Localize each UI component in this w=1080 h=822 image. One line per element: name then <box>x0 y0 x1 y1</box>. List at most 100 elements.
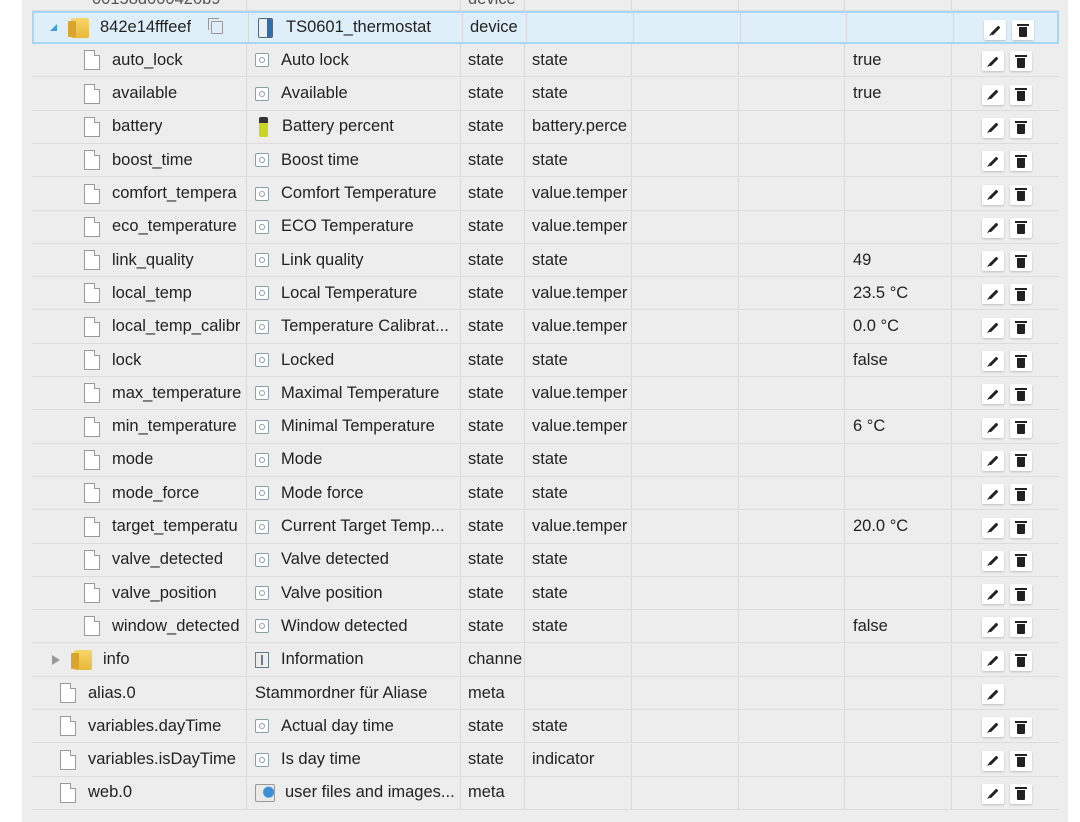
expand-triangle-icon[interactable] <box>52 654 60 665</box>
edit-button[interactable] <box>982 84 1004 105</box>
object-function-cell <box>739 477 845 510</box>
edit-button[interactable] <box>982 417 1004 438</box>
edit-button[interactable] <box>982 317 1004 338</box>
table-row[interactable]: lock Locked state state false <box>32 344 1059 377</box>
table-row[interactable]: min_temperature Minimal Temperature state v… <box>32 410 1059 444</box>
table-row[interactable]: local_temp_calibr Temperature Calibrat...… <box>32 310 1059 344</box>
delete-button[interactable] <box>1010 417 1032 438</box>
object-room-cell <box>632 110 739 143</box>
object-role-text: value.temper <box>532 317 628 336</box>
edit-button[interactable] <box>982 617 1004 638</box>
scrollbar-track[interactable] <box>1068 0 1080 822</box>
table-row[interactable]: available Available state state true <box>32 77 1059 111</box>
edit-button[interactable] <box>982 717 1004 738</box>
table-row[interactable]: valve_detected Valve detected state state <box>32 543 1059 577</box>
delete-button[interactable] <box>1010 51 1032 72</box>
edit-button[interactable] <box>982 51 1004 72</box>
table-row[interactable]: battery Battery percent state battery.perce <box>32 110 1059 144</box>
table-row[interactable]: variables.dayTime Actual day time state sta… <box>32 710 1059 744</box>
table-row[interactable]: auto_lock Auto lock state state true <box>32 44 1059 78</box>
delete-button[interactable] <box>1010 517 1032 538</box>
table-row[interactable]: target_temperatu Current Target Temp... st… <box>32 510 1059 544</box>
delete-button[interactable] <box>1010 450 1032 471</box>
table-row-partial[interactable]: 00158d000420b9 device <box>32 0 1059 11</box>
delete-button[interactable] <box>1010 251 1032 272</box>
copy-icon[interactable] <box>208 18 224 34</box>
edit-button[interactable] <box>982 351 1004 371</box>
pencil-icon <box>988 622 998 633</box>
table-row[interactable]: eco_temperature ECO Temperature state value… <box>32 210 1059 244</box>
delete-button[interactable] <box>1010 184 1032 205</box>
object-name-cell: Mode <box>247 443 461 476</box>
object-room-cell <box>632 477 739 510</box>
object-id-cell: battery <box>32 110 247 143</box>
delete-button[interactable] <box>1010 617 1032 638</box>
delete-button[interactable] <box>1012 20 1034 40</box>
delete-button[interactable] <box>1010 317 1032 338</box>
table-row[interactable]: window_detected Window detected state state… <box>32 610 1059 644</box>
table-row[interactable]: boost_time Boost time state state <box>32 144 1059 178</box>
table-row[interactable]: variables.isDayTime Is day time state indic… <box>32 743 1059 777</box>
table-row[interactable]: 842e14fffeef TS0601_thermostat device <box>32 11 1059 44</box>
table-row[interactable]: mode_force Mode force state state <box>32 477 1059 511</box>
object-type-cell: meta <box>461 776 525 809</box>
table-row[interactable]: link_quality Link quality state state 49 <box>32 244 1059 278</box>
edit-button[interactable] <box>982 484 1004 505</box>
object-id-text: 00158d000420b9 <box>92 0 220 9</box>
object-room-cell <box>632 677 739 709</box>
edit-button[interactable] <box>982 251 1004 272</box>
delete-button[interactable] <box>1010 384 1032 405</box>
delete-button[interactable] <box>1010 584 1032 605</box>
edit-button[interactable] <box>982 284 1004 305</box>
object-id-cell: 842e14fffeef <box>34 13 249 42</box>
object-role-text: state <box>532 483 568 502</box>
delete-button[interactable] <box>1010 484 1032 505</box>
table-row[interactable]: mode Mode state state <box>32 443 1059 477</box>
pencil-icon <box>988 89 998 100</box>
delete-button[interactable] <box>1010 351 1032 371</box>
delete-button[interactable] <box>1010 650 1032 671</box>
table-row[interactable]: alias.0 Stammordner für Aliase meta <box>32 677 1059 710</box>
delete-button[interactable] <box>1010 151 1032 172</box>
object-id-text: min_temperature <box>112 417 237 436</box>
table-row[interactable]: max_temperature Maximal Temperature state v… <box>32 377 1059 411</box>
delete-button[interactable] <box>1010 750 1032 771</box>
delete-button[interactable] <box>1010 217 1032 238</box>
object-name-text: Information <box>281 650 364 669</box>
edit-button[interactable] <box>982 550 1004 571</box>
collapse-triangle-icon[interactable] <box>50 24 57 31</box>
delete-button[interactable] <box>1010 550 1032 571</box>
object-name-text: Auto lock <box>281 50 349 69</box>
edit-button[interactable] <box>982 783 1004 804</box>
object-value-text: false <box>853 350 888 369</box>
edit-button[interactable] <box>982 650 1004 671</box>
delete-button[interactable] <box>1010 117 1032 138</box>
edit-button[interactable] <box>982 584 1004 605</box>
trash-icon <box>1015 554 1027 568</box>
edit-button[interactable] <box>982 450 1004 471</box>
pencil-icon <box>988 389 998 400</box>
table-row[interactable]: valve_position Valve position state state <box>32 577 1059 611</box>
edit-button[interactable] <box>982 184 1004 205</box>
table-row[interactable]: comfort_tempera Comfort Temperature state v… <box>32 177 1059 211</box>
object-function-cell <box>739 677 845 709</box>
table-row[interactable]: local_temp Local Temperature state value.te… <box>32 277 1059 311</box>
delete-button[interactable] <box>1010 717 1032 738</box>
object-id-cell: available <box>32 77 247 110</box>
delete-button[interactable] <box>1010 84 1032 105</box>
edit-button[interactable] <box>982 750 1004 771</box>
edit-button[interactable] <box>982 517 1004 538</box>
object-room-cell <box>634 13 741 42</box>
edit-button[interactable] <box>982 117 1004 138</box>
pencil-icon <box>988 722 998 733</box>
table-row[interactable]: info Information channe <box>32 643 1059 677</box>
delete-button[interactable] <box>1010 783 1032 804</box>
edit-button[interactable] <box>982 684 1004 704</box>
delete-button[interactable] <box>1010 284 1032 305</box>
edit-button[interactable] <box>984 20 1006 40</box>
state-icon <box>255 419 269 434</box>
edit-button[interactable] <box>982 151 1004 172</box>
edit-button[interactable] <box>982 217 1004 238</box>
edit-button[interactable] <box>982 384 1004 405</box>
table-row[interactable]: web.0 user files and images... meta <box>32 776 1059 810</box>
